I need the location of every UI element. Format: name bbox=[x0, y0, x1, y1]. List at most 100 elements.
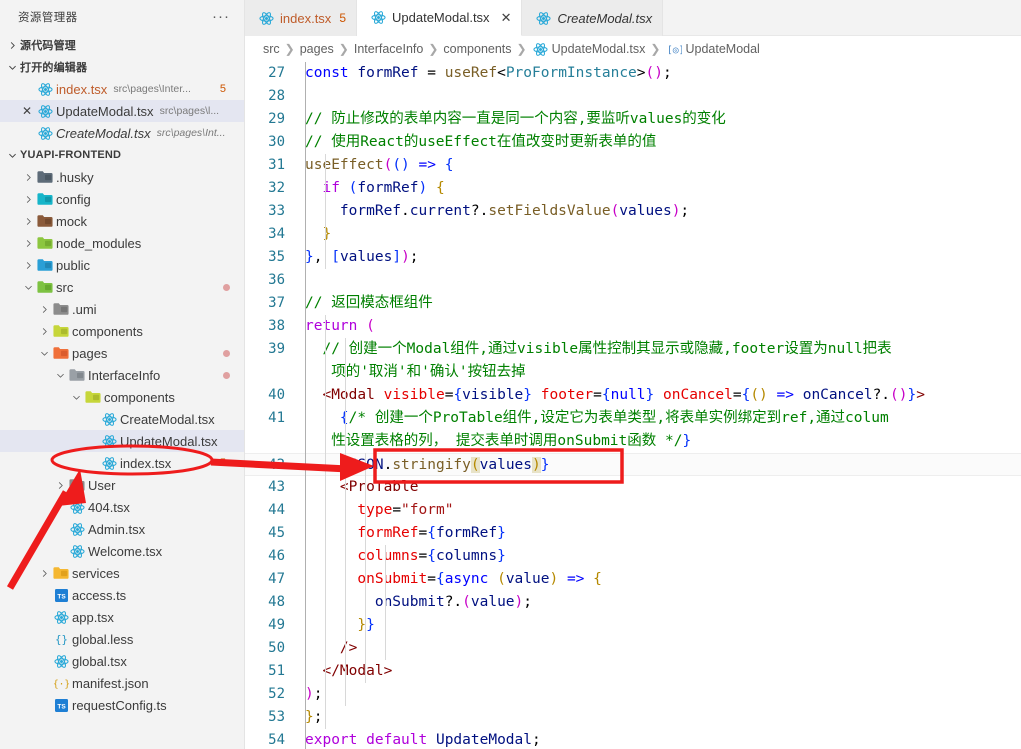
chevron-right-icon[interactable] bbox=[20, 172, 36, 183]
code-text[interactable]: /> bbox=[297, 637, 1021, 660]
code-line[interactable]: 42 {JSON.stringify(values)} bbox=[245, 453, 1021, 476]
code-editor[interactable]: 27 const formRef = useRef<ProFormInstance… bbox=[245, 62, 1021, 749]
tree-item-app-tsx[interactable]: app.tsx bbox=[0, 606, 244, 628]
tree-item-404-tsx[interactable]: 404.tsx bbox=[0, 496, 244, 518]
code-line[interactable]: 49 }} bbox=[245, 614, 1021, 637]
chevron-down-icon[interactable] bbox=[36, 348, 52, 359]
code-text[interactable]: </Modal> bbox=[297, 660, 1021, 683]
tree-item-umi[interactable]: .umi bbox=[0, 298, 244, 320]
tree-item-pages[interactable]: pages bbox=[0, 342, 244, 364]
more-actions-icon[interactable]: ··· bbox=[212, 9, 236, 24]
chevron-right-icon[interactable] bbox=[20, 260, 36, 271]
code-line[interactable]: 29 // 防止修改的表单内容一直是同一个内容,要监听values的变化 bbox=[245, 108, 1021, 131]
code-text[interactable]: formRef={formRef} bbox=[297, 522, 1021, 545]
code-text[interactable] bbox=[297, 85, 1021, 108]
tree-item-index-tsx[interactable]: index.tsx 5 bbox=[0, 452, 244, 474]
code-text[interactable]: {/* 创建一个ProTable组件,设定它为表单类型,将表单实例绑定到ref,… bbox=[297, 407, 1021, 453]
tree-item-global-less[interactable]: {} global.less bbox=[0, 628, 244, 650]
chevron-right-icon[interactable] bbox=[20, 216, 36, 227]
breadcrumb-item[interactable]: pages bbox=[300, 42, 334, 56]
code-line[interactable]: 54 export default UpdateModal; bbox=[245, 729, 1021, 749]
code-line[interactable]: 43 <ProTable bbox=[245, 476, 1021, 499]
code-line[interactable]: 46 columns={columns} bbox=[245, 545, 1021, 568]
code-line[interactable]: 51 </Modal> bbox=[245, 660, 1021, 683]
code-text[interactable]: useEffect(() => { bbox=[297, 154, 1021, 177]
open-editor-item[interactable]: CreateModal.tsx src\pages\Int... bbox=[0, 122, 244, 144]
code-text[interactable]: {JSON.stringify(values)} bbox=[297, 454, 1021, 475]
code-line[interactable]: 44 type="form" bbox=[245, 499, 1021, 522]
chevron-right-icon[interactable] bbox=[52, 480, 68, 491]
code-text[interactable]: }, [values]); bbox=[297, 246, 1021, 269]
code-text[interactable]: // 防止修改的表单内容一直是同一个内容,要监听values的变化 bbox=[297, 108, 1021, 131]
tree-item-interfaceinfo[interactable]: InterfaceInfo bbox=[0, 364, 244, 386]
sidebar-section-workspace[interactable]: YUAPI-FRONTEND bbox=[0, 144, 244, 166]
breadcrumb-item[interactable]: UpdateModal.tsx bbox=[532, 41, 645, 57]
code-text[interactable]: formRef.current?.setFieldsValue(values); bbox=[297, 200, 1021, 223]
code-line[interactable]: 36 bbox=[245, 269, 1021, 292]
tree-item-src[interactable]: src bbox=[0, 276, 244, 298]
tree-item-husky[interactable]: .husky bbox=[0, 166, 244, 188]
chevron-right-icon[interactable] bbox=[20, 194, 36, 205]
code-line[interactable]: 48 onSubmit?.(value); bbox=[245, 591, 1021, 614]
breadcrumb-item[interactable]: InterfaceInfo bbox=[354, 42, 424, 56]
code-line[interactable]: 39 // 创建一个Modal组件,通过visible属性控制其显示或隐藏,fo… bbox=[245, 338, 1021, 384]
editor-tab[interactable]: UpdateModal.tsx ✕ bbox=[357, 0, 523, 36]
tree-item-mock[interactable]: mock bbox=[0, 210, 244, 232]
tree-item-welcome-tsx[interactable]: Welcome.tsx bbox=[0, 540, 244, 562]
tree-item-components[interactable]: components bbox=[0, 320, 244, 342]
code-text[interactable]: // 返回模态框组件 bbox=[297, 292, 1021, 315]
code-text[interactable]: return ( bbox=[297, 315, 1021, 338]
editor-tab[interactable]: CreateModal.tsx bbox=[522, 0, 664, 36]
breadcrumb-item[interactable]: components bbox=[443, 42, 511, 56]
sidebar-section-scm[interactable]: 源代码管理 bbox=[0, 34, 244, 56]
open-editor-item[interactable]: ✕ UpdateModal.tsx src\pages\l... bbox=[0, 100, 244, 122]
tree-item-access-ts[interactable]: TS access.ts bbox=[0, 584, 244, 606]
tree-item-updatemodal-tsx[interactable]: UpdateModal.tsx bbox=[0, 430, 244, 452]
code-text[interactable]: onSubmit?.(value); bbox=[297, 591, 1021, 614]
code-line[interactable]: 28 bbox=[245, 85, 1021, 108]
code-text[interactable]: ); bbox=[297, 683, 1021, 706]
breadcrumb-item[interactable]: [◎]UpdateModal bbox=[665, 41, 760, 57]
chevron-right-icon[interactable] bbox=[20, 238, 36, 249]
tree-item-services[interactable]: services bbox=[0, 562, 244, 584]
open-editor-item[interactable]: index.tsx src\pages\Inter... 5 bbox=[0, 78, 244, 100]
code-text[interactable]: columns={columns} bbox=[297, 545, 1021, 568]
code-line[interactable]: 31 useEffect(() => { bbox=[245, 154, 1021, 177]
tree-item-public[interactable]: public bbox=[0, 254, 244, 276]
code-text[interactable]: if (formRef) { bbox=[297, 177, 1021, 200]
tree-item-createmodal-tsx[interactable]: CreateModal.tsx bbox=[0, 408, 244, 430]
sidebar-section-open-editors[interactable]: 打开的编辑器 bbox=[0, 56, 244, 78]
code-text[interactable]: // 使用React的useEffect在值改变时更新表单的值 bbox=[297, 131, 1021, 154]
tree-item-admin-tsx[interactable]: Admin.tsx bbox=[0, 518, 244, 540]
code-line[interactable]: 27 const formRef = useRef<ProFormInstance… bbox=[245, 62, 1021, 85]
code-line[interactable]: 47 onSubmit={async (value) => { bbox=[245, 568, 1021, 591]
code-line[interactable]: 40 <Modal visible={visible} footer={null… bbox=[245, 384, 1021, 407]
chevron-down-icon[interactable] bbox=[68, 392, 84, 403]
tree-item-node-modules[interactable]: node_modules bbox=[0, 232, 244, 254]
editor-tab[interactable]: index.tsx 5 bbox=[245, 0, 357, 36]
code-text[interactable]: }} bbox=[297, 614, 1021, 637]
chevron-right-icon[interactable] bbox=[36, 568, 52, 579]
code-line[interactable]: 53}; bbox=[245, 706, 1021, 729]
code-line[interactable]: 30 // 使用React的useEffect在值改变时更新表单的值 bbox=[245, 131, 1021, 154]
chevron-right-icon[interactable] bbox=[36, 304, 52, 315]
code-text[interactable] bbox=[297, 269, 1021, 292]
chevron-right-icon[interactable] bbox=[36, 326, 52, 337]
tree-item-requestconfig-ts[interactable]: TS requestConfig.ts bbox=[0, 694, 244, 716]
code-line[interactable]: 45 formRef={formRef} bbox=[245, 522, 1021, 545]
breadcrumb-item[interactable]: src bbox=[263, 42, 280, 56]
code-line[interactable]: 41 {/* 创建一个ProTable组件,设定它为表单类型,将表单实例绑定到r… bbox=[245, 407, 1021, 453]
code-text[interactable]: }; bbox=[297, 706, 1021, 729]
code-line[interactable]: 38 return ( bbox=[245, 315, 1021, 338]
close-icon[interactable]: ✕ bbox=[501, 10, 512, 26]
tree-item-config[interactable]: config bbox=[0, 188, 244, 210]
chevron-down-icon[interactable] bbox=[52, 370, 68, 381]
code-text[interactable]: onSubmit={async (value) => { bbox=[297, 568, 1021, 591]
code-text[interactable]: } bbox=[297, 223, 1021, 246]
code-text[interactable]: <Modal visible={visible} footer={null} o… bbox=[297, 384, 1021, 407]
tree-item-components[interactable]: components bbox=[0, 386, 244, 408]
close-icon[interactable]: ✕ bbox=[18, 104, 36, 118]
chevron-down-icon[interactable] bbox=[20, 282, 36, 293]
code-line[interactable]: 37 // 返回模态框组件 bbox=[245, 292, 1021, 315]
code-text[interactable]: // 创建一个Modal组件,通过visible属性控制其显示或隐藏,foote… bbox=[297, 338, 1021, 384]
